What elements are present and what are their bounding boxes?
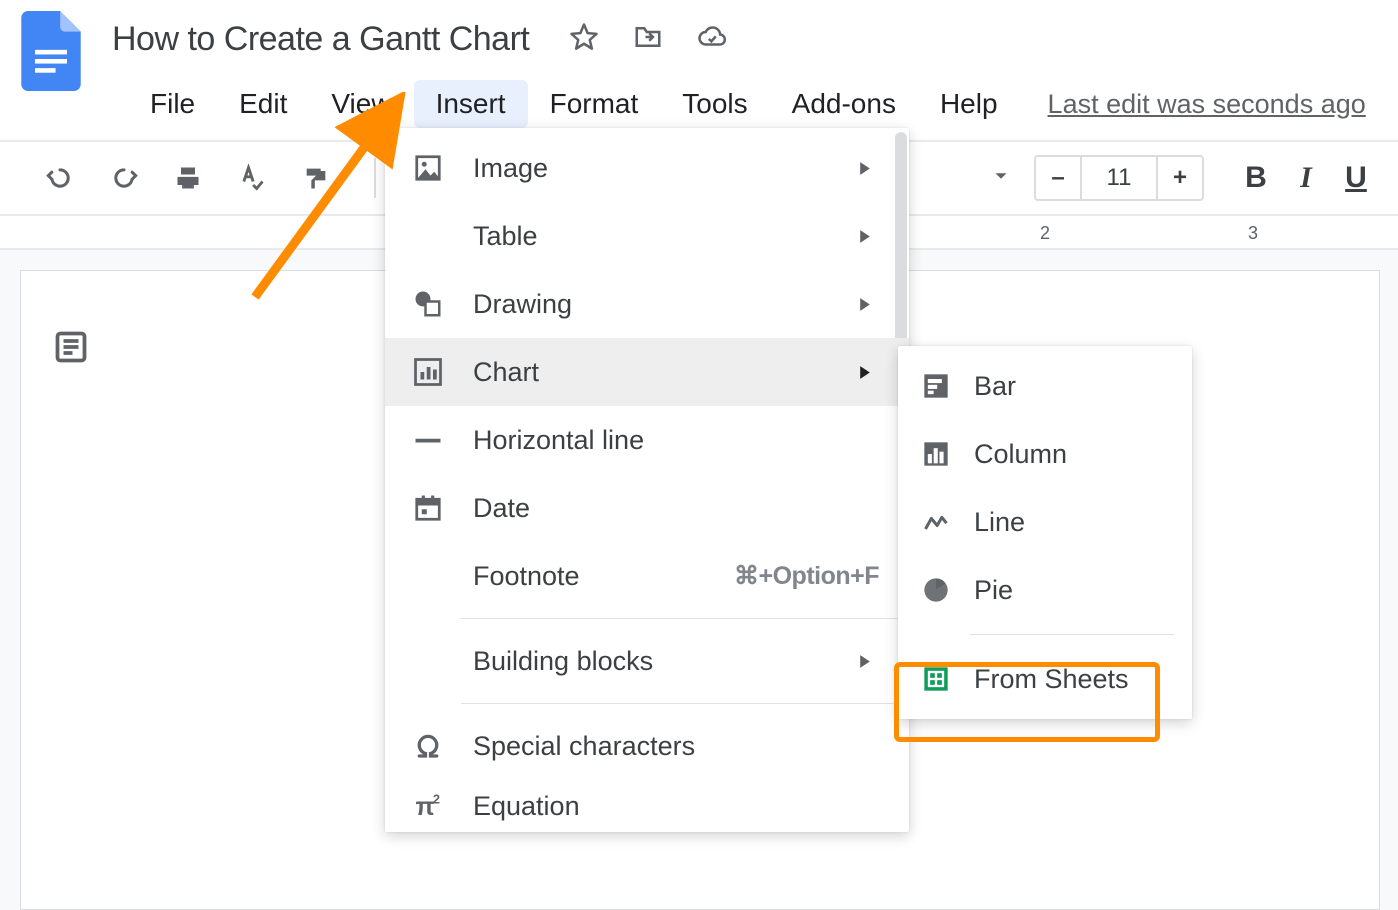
insert-image[interactable]: Image [385,134,909,202]
menu-divider [461,618,909,619]
svg-text:2: 2 [433,793,440,807]
chart-line[interactable]: Line [898,488,1192,556]
pie-chart-icon [920,574,952,606]
insert-chart[interactable]: Chart [385,338,909,406]
insert-special-characters[interactable]: Special characters [385,712,909,780]
insert-building-blocks[interactable]: Building blocks [385,627,909,695]
submenu-item-label: Line [974,507,1025,538]
spellcheck-button[interactable] [232,158,272,198]
menu-addons[interactable]: Add-ons [770,80,918,128]
move-to-folder-icon[interactable] [633,22,663,57]
document-outline-icon[interactable] [50,326,92,368]
pi-icon: π2 [411,789,445,823]
cloud-status-icon[interactable] [697,22,727,57]
font-size-decrease[interactable]: – [1036,157,1082,199]
insert-equation[interactable]: π2 Equation [385,780,909,832]
insert-table[interactable]: Table [385,202,909,270]
menu-item-label: Date [473,493,530,524]
keyboard-shortcut: ⌘+Option+F [734,561,879,591]
italic-button[interactable]: I [1284,161,1328,195]
redo-button[interactable] [104,158,144,198]
submenu-divider [970,634,1174,635]
line-chart-icon [920,506,952,538]
undo-button[interactable] [40,158,80,198]
font-size-control: – 11 + [1034,155,1204,201]
star-icon[interactable] [569,22,599,57]
blank-icon [411,644,445,678]
sheets-icon [920,663,952,695]
menu-item-label: Image [473,153,548,184]
chart-pie[interactable]: Pie [898,556,1192,624]
menu-file[interactable]: File [128,80,217,128]
submenu-arrow-icon [857,646,873,677]
google-docs-logo-icon[interactable] [20,11,82,91]
horizontal-line-icon [411,423,445,457]
menu-item-label: Horizontal line [473,425,644,456]
menu-item-label: Chart [473,357,539,388]
document-title[interactable]: How to Create a Gantt Chart [112,20,529,59]
chart-bar[interactable]: Bar [898,352,1192,420]
submenu-item-label: From Sheets [974,664,1129,695]
submenu-arrow-icon [857,153,873,184]
menu-item-label: Drawing [473,289,572,320]
svg-text:π: π [416,793,435,821]
menu-bar: File Edit View Insert Format Tools Add-o… [0,80,1398,128]
underline-button[interactable]: U [1334,161,1378,195]
menu-format[interactable]: Format [528,80,661,128]
menu-item-label: Footnote [473,561,580,592]
bar-chart-icon [920,370,952,402]
menu-item-label: Special characters [473,731,695,762]
menu-item-label: Building blocks [473,646,653,677]
insert-date[interactable]: Date [385,474,909,542]
menu-insert[interactable]: Insert [414,80,528,128]
calendar-icon [411,491,445,525]
column-chart-icon [920,438,952,470]
drawing-icon [411,287,445,321]
chart-icon [411,355,445,389]
chart-submenu: Bar Column Line Pie From Sheets [898,346,1192,719]
last-edit-link[interactable]: Last edit was seconds ago [1048,89,1366,120]
chart-column[interactable]: Column [898,420,1192,488]
insert-menu-dropdown: Image Table Drawing Chart Horizontal lin… [385,128,909,832]
zoom-dropdown[interactable] [990,165,1012,192]
insert-drawing[interactable]: Drawing [385,270,909,338]
toolbar-separator [374,158,376,198]
submenu-item-label: Bar [974,371,1016,402]
paint-format-button[interactable] [296,158,336,198]
submenu-arrow-icon [857,357,873,388]
submenu-arrow-icon [857,289,873,320]
menu-help[interactable]: Help [918,80,1020,128]
menu-edit[interactable]: Edit [217,80,309,128]
chart-from-sheets[interactable]: From Sheets [898,645,1192,713]
menu-tools[interactable]: Tools [660,80,769,128]
font-size-increase[interactable]: + [1156,157,1202,199]
menu-divider [461,703,909,704]
omega-icon [411,729,445,763]
print-button[interactable] [168,158,208,198]
title-bar: How to Create a Gantt Chart [0,0,1398,64]
font-size-value[interactable]: 11 [1082,157,1156,199]
ruler-tick: 2 [1040,223,1050,244]
menu-view[interactable]: View [309,80,413,128]
menu-item-label: Table [473,221,538,252]
image-icon [411,151,445,185]
submenu-item-label: Pie [974,575,1013,606]
insert-horizontal-line[interactable]: Horizontal line [385,406,909,474]
submenu-arrow-icon [857,221,873,252]
blank-icon [411,219,445,253]
blank-icon [411,559,445,593]
insert-footnote[interactable]: Footnote ⌘+Option+F [385,542,909,610]
menu-item-label: Equation [473,791,580,822]
ruler-tick: 3 [1248,223,1258,244]
bold-button[interactable]: B [1234,161,1278,195]
submenu-item-label: Column [974,439,1067,470]
